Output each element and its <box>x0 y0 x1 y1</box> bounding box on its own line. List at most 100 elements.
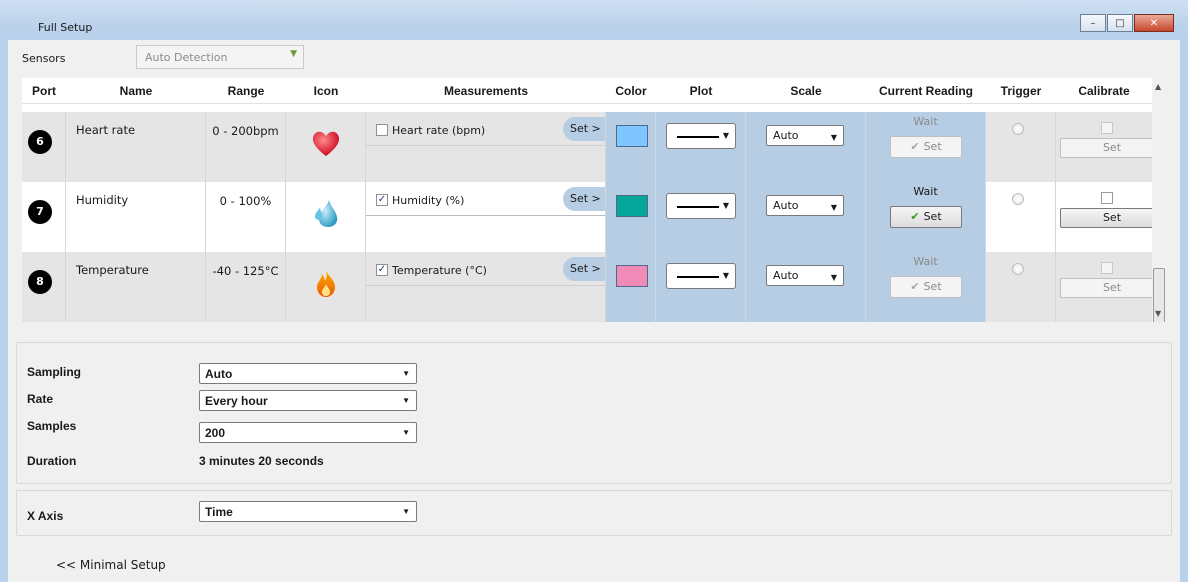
reading-set-label: Set <box>923 280 942 293</box>
sensor-range: 0 - 200bpm <box>212 124 279 138</box>
table-row: 7 Humidity 0 - 100% ✓ Humidity (%) Set >… <box>22 182 1166 252</box>
color-swatch[interactable] <box>616 265 648 287</box>
calibrate-checkbox <box>1101 122 1113 134</box>
plot-style-dropdown[interactable]: ▼ <box>666 193 736 219</box>
scale-cell: Auto ▼ <box>746 252 866 322</box>
title-bar[interactable]: Full Setup – □ ✕ <box>0 0 1188 34</box>
trigger-cell <box>986 252 1056 322</box>
trigger-radio[interactable] <box>1012 193 1024 205</box>
header-icon: Icon <box>313 84 339 98</box>
measurement-label: Heart rate (bpm) <box>392 124 486 137</box>
scroll-up-icon[interactable]: ▲ <box>1155 82 1161 91</box>
measurement-set-button[interactable]: Set > <box>563 187 605 211</box>
minimal-setup-link[interactable]: << Minimal Setup <box>56 558 166 572</box>
measurement-row: Heart rate (bpm) Set > <box>366 112 605 146</box>
scale-dropdown[interactable]: Auto ▼ <box>766 265 844 286</box>
maximize-button[interactable]: □ <box>1107 14 1133 32</box>
measurement-label: Temperature (°C) <box>392 264 487 277</box>
scale-dropdown[interactable]: Auto ▼ <box>766 125 844 146</box>
reading-status: Wait <box>913 255 938 268</box>
maximize-icon: □ <box>1115 17 1125 29</box>
plot-style-dropdown[interactable]: ▼ <box>666 263 736 289</box>
port-cell: 8 <box>22 252 66 322</box>
sensor-detection-value: Auto Detection <box>145 51 228 64</box>
measurement-checkbox[interactable] <box>376 124 388 136</box>
scale-dropdown[interactable]: Auto ▼ <box>766 195 844 216</box>
x-axis-dropdown[interactable]: Time ▼ <box>199 501 417 522</box>
close-button[interactable]: ✕ <box>1134 14 1174 32</box>
reading-set-button[interactable]: ✔ Set <box>890 206 962 228</box>
sensor-range: -40 - 125°C <box>212 264 279 278</box>
minimize-button[interactable]: – <box>1080 14 1106 32</box>
sensor-name: Temperature <box>76 263 149 277</box>
dropdown-arrow-icon: ▼ <box>830 273 837 282</box>
header-name: Name <box>119 84 153 98</box>
color-swatch[interactable] <box>616 195 648 217</box>
samples-dropdown[interactable]: 200 ▼ <box>199 422 417 443</box>
x-axis-panel: X Axis Time ▼ <box>16 490 1172 536</box>
range-cell: 0 - 200bpm <box>206 112 286 182</box>
current-reading-cell: Wait ✔ Set <box>866 112 986 182</box>
dropdown-arrow-icon: ▼ <box>402 507 410 516</box>
dropdown-arrow-icon: ▼ <box>402 396 410 405</box>
setup-content: Sensors Auto Detection ▼ Port Name Range… <box>8 40 1180 582</box>
header-range: Range <box>227 84 265 98</box>
sensor-name: Humidity <box>76 193 129 207</box>
measurement-checkbox[interactable]: ✓ <box>376 194 388 206</box>
rate-value: Every hour <box>205 394 268 408</box>
calibrate-checkbox[interactable] <box>1101 192 1113 204</box>
trigger-cell <box>986 182 1056 252</box>
measurement-row: ✓ Temperature (°C) Set > <box>366 252 605 286</box>
range-cell: -40 - 125°C <box>206 252 286 322</box>
header-port: Port <box>32 84 56 98</box>
dropdown-arrow-icon: ▼ <box>722 201 729 210</box>
icon-cell <box>286 112 366 182</box>
header-measurements: Measurements <box>443 84 529 98</box>
color-swatch[interactable] <box>616 125 648 147</box>
duration-value: 3 minutes 20 seconds <box>199 454 324 468</box>
reading-status: Wait <box>913 115 938 128</box>
window-title: Full Setup <box>38 21 93 34</box>
calibrate-cell: Set <box>1056 112 1164 182</box>
reading-set-button: ✔ Set <box>890 136 962 158</box>
sensor-range: 0 - 100% <box>219 194 272 208</box>
calibrate-checkbox <box>1101 262 1113 274</box>
scale-cell: Auto ▼ <box>746 182 866 252</box>
header-color: Color <box>615 84 647 98</box>
port-badge: 8 <box>28 270 52 294</box>
scroll-down-icon[interactable]: ▼ <box>1155 309 1161 318</box>
samples-value: 200 <box>205 426 226 440</box>
measurement-row: ✓ Humidity (%) Set > <box>366 182 605 216</box>
plot-style-dropdown[interactable]: ▼ <box>666 123 736 149</box>
sampling-dropdown[interactable]: Auto ▼ <box>199 363 417 384</box>
current-reading-cell: Wait ✔ Set <box>866 182 986 252</box>
rate-dropdown[interactable]: Every hour ▼ <box>199 390 417 411</box>
sampling-label: Sampling <box>27 365 82 379</box>
water-drop-icon <box>310 198 342 228</box>
sensors-row: Sensors Auto Detection ▼ <box>8 40 1180 76</box>
close-icon: ✕ <box>1149 17 1159 29</box>
table-header: Port Name Range Icon Measurements Color … <box>22 78 1166 104</box>
scale-value: Auto <box>773 129 799 142</box>
measurement-set-button[interactable]: Set > <box>563 257 605 281</box>
trigger-radio <box>1012 123 1024 135</box>
dropdown-arrow-icon: ▼ <box>722 131 729 140</box>
measurement-set-button[interactable]: Set > <box>563 117 605 141</box>
dropdown-arrow-icon: ▼ <box>402 428 410 437</box>
name-cell: Heart rate <box>66 112 206 182</box>
sampling-value: Auto <box>205 367 233 381</box>
sensors-label: Sensors <box>22 52 66 65</box>
icon-cell <box>286 182 366 252</box>
rate-label: Rate <box>27 392 54 406</box>
calibrate-set-button[interactable]: Set <box>1060 208 1164 228</box>
current-reading-cell: Wait ✔ Set <box>866 252 986 322</box>
table-scrollbar[interactable]: ▲ ▼ <box>1152 78 1166 322</box>
measurements-cell: ✓ Humidity (%) Set > <box>366 182 606 252</box>
checkmark-icon: ✔ <box>910 140 920 153</box>
measurement-checkbox[interactable]: ✓ <box>376 264 388 276</box>
range-cell: 0 - 100% <box>206 182 286 252</box>
full-setup-window: Full Setup – □ ✕ Sensors Auto Detection … <box>0 0 1188 582</box>
checkmark-icon: ✔ <box>910 280 920 293</box>
checkmark-icon: ✔ <box>910 210 920 223</box>
icon-cell <box>286 252 366 322</box>
